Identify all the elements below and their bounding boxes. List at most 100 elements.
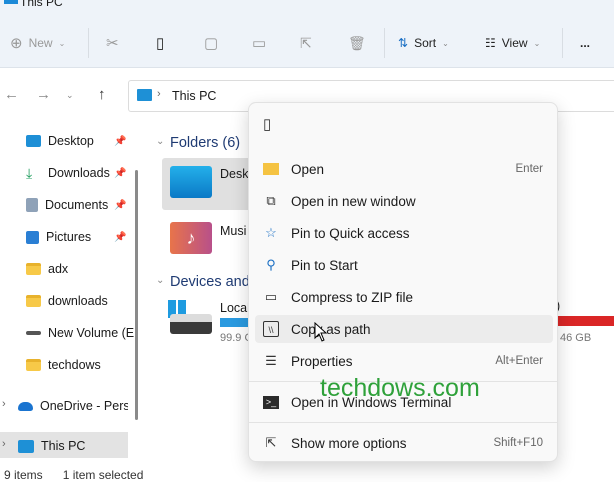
drive-name: Local: [220, 301, 250, 315]
label: Pictures: [46, 230, 92, 244]
sidebar-item-desktop[interactable]: Desktop 📌: [26, 131, 136, 151]
chevron-down-icon: ⌄: [58, 38, 66, 48]
pin-icon: 📌: [114, 199, 127, 211]
drive-tile-local[interactable]: Local 99.9 G: [166, 298, 260, 346]
properties-icon: ☰: [265, 353, 277, 368]
view-button[interactable]: ☷ View ⌄: [485, 34, 540, 52]
view-label: View: [501, 36, 528, 50]
shortcut: Alt+Enter: [495, 355, 543, 367]
open-new-window-icon: ⧉: [266, 193, 276, 208]
copy-icon[interactable]: ▯: [263, 115, 283, 137]
label: techdows: [48, 358, 101, 372]
divider: [384, 28, 385, 58]
label: Documents: [45, 198, 109, 212]
plus-circle-icon: ⊕: [10, 35, 23, 52]
up-button[interactable]: ↑: [98, 86, 106, 103]
label: Desktop: [48, 134, 94, 148]
selection-count: 1 item selected: [62, 468, 144, 482]
paste-button[interactable]: ▢: [204, 34, 218, 52]
label: Open in new window: [291, 193, 416, 209]
share-button[interactable]: ⇱: [300, 34, 312, 52]
collapse-chevron-icon[interactable]: ⌄: [156, 275, 164, 286]
delete-button[interactable]: 🗑: [348, 34, 366, 52]
folder-icon: [26, 263, 41, 275]
desktop-folder-icon: [170, 166, 212, 198]
pictures-icon: [26, 230, 39, 244]
label: New Volume (E: [48, 326, 135, 340]
menu-item-pin-quick-access[interactable]: ☆ Pin to Quick access: [255, 219, 553, 247]
label: Pin to Quick access: [291, 225, 410, 241]
item-count: 9 items: [4, 468, 43, 482]
label: OneDrive - Perso: [40, 399, 128, 413]
show-more-icon: ⇱: [265, 435, 277, 450]
folder-tile-desktop[interactable]: Deskt: [162, 158, 252, 210]
menu-item-pin-start[interactable]: ⚲ Pin to Start: [255, 251, 553, 279]
menu-item-show-more-options[interactable]: ⇱ Show more options Shift+F10: [255, 429, 553, 457]
sidebar-item-pictures[interactable]: Pictures 📌: [26, 227, 136, 247]
sidebar-item-downloads-folder[interactable]: downloads: [26, 291, 136, 311]
back-button[interactable]: ←: [4, 86, 19, 103]
pin-icon: 📌: [114, 135, 127, 147]
download-icon: ⤓: [26, 165, 33, 181]
sort-label: Sort: [414, 36, 437, 50]
collapse-chevron-icon[interactable]: ⌄: [156, 136, 164, 147]
new-button[interactable]: ⊕ New ⌄: [10, 34, 65, 52]
devices-header[interactable]: Devices and: [170, 274, 250, 290]
cut-button[interactable]: ✂: [106, 34, 119, 52]
sort-icon: ⇅: [398, 36, 409, 50]
watermark: techdows.com: [320, 374, 480, 402]
sidebar-scrollbar[interactable]: [135, 170, 138, 420]
sidebar-item-onedrive[interactable]: OneDrive - Perso: [18, 396, 128, 416]
folders-header[interactable]: Folders (6): [170, 135, 240, 151]
terminal-icon: >_: [263, 395, 279, 409]
menu-item-open-new-window[interactable]: ⧉ Open in new window: [255, 187, 553, 215]
mouse-cursor-icon: [314, 322, 328, 342]
forward-button[interactable]: →: [36, 86, 51, 103]
label: Open: [291, 161, 325, 177]
recent-dropdown[interactable]: ⌄: [66, 90, 74, 101]
label: Copy as path: [291, 321, 371, 337]
menu-item-open[interactable]: Open Enter: [255, 155, 553, 183]
label: downloads: [48, 294, 108, 308]
sidebar-item-adx[interactable]: adx: [26, 259, 136, 279]
window-title: This PC: [20, 0, 63, 9]
expand-chevron-icon[interactable]: ›: [2, 438, 6, 450]
drive2-free-space: 46 GB: [560, 332, 592, 344]
pin-icon: ⚲: [266, 257, 276, 272]
label: This PC: [41, 439, 86, 453]
sidebar-item-new-volume[interactable]: New Volume (E: [26, 323, 136, 343]
status-bar: 9 items 1 item selected: [4, 468, 143, 482]
sidebar-item-techdows[interactable]: techdows: [26, 355, 136, 375]
sidebar-item-this-pc[interactable]: This PC: [18, 436, 128, 456]
expand-chevron-icon[interactable]: ›: [2, 398, 6, 410]
star-icon: ☆: [265, 225, 277, 240]
label: Compress to ZIP file: [291, 289, 414, 305]
divider: [88, 28, 89, 58]
label: Show more options: [291, 435, 407, 451]
copy-button[interactable]: ▯: [156, 34, 164, 52]
new-label: New: [28, 36, 53, 50]
sidebar-item-documents[interactable]: Documents 📌: [26, 195, 136, 215]
shortcut: Enter: [515, 163, 544, 175]
more-options-button[interactable]: ...: [580, 34, 590, 52]
label: Downloads: [48, 166, 110, 180]
music-folder-icon: ♪: [170, 222, 212, 254]
pin-icon: 📌: [114, 231, 127, 243]
chevron-down-icon: ⌄: [442, 38, 449, 48]
computer-icon: [4, 0, 18, 4]
rename-button[interactable]: ▭: [252, 34, 266, 52]
menu-item-copy-as-path[interactable]: \\ Copy as path: [255, 315, 553, 343]
folder-icon: [26, 359, 41, 371]
sort-button[interactable]: ⇅ Sort ⌄: [398, 34, 449, 52]
menu-item-properties[interactable]: ☰ Properties Alt+Enter: [255, 347, 553, 375]
open-folder-icon: [263, 163, 279, 175]
menu-divider: [249, 422, 557, 423]
context-menu: ▯ Open Enter ⧉ Open in new window ☆ Pin to …: [248, 102, 558, 462]
sidebar-item-downloads[interactable]: ⤓ Downloads 📌: [26, 163, 136, 183]
folder-tile-music[interactable]: ♪ Musi: [162, 218, 252, 260]
divider: [562, 28, 563, 58]
cloud-icon: [18, 401, 33, 411]
menu-item-compress-zip[interactable]: ▭ Compress to ZIP file: [255, 283, 553, 311]
breadcrumb-this-pc[interactable]: This PC: [172, 89, 216, 103]
chevron-down-icon: ⌄: [533, 38, 541, 48]
